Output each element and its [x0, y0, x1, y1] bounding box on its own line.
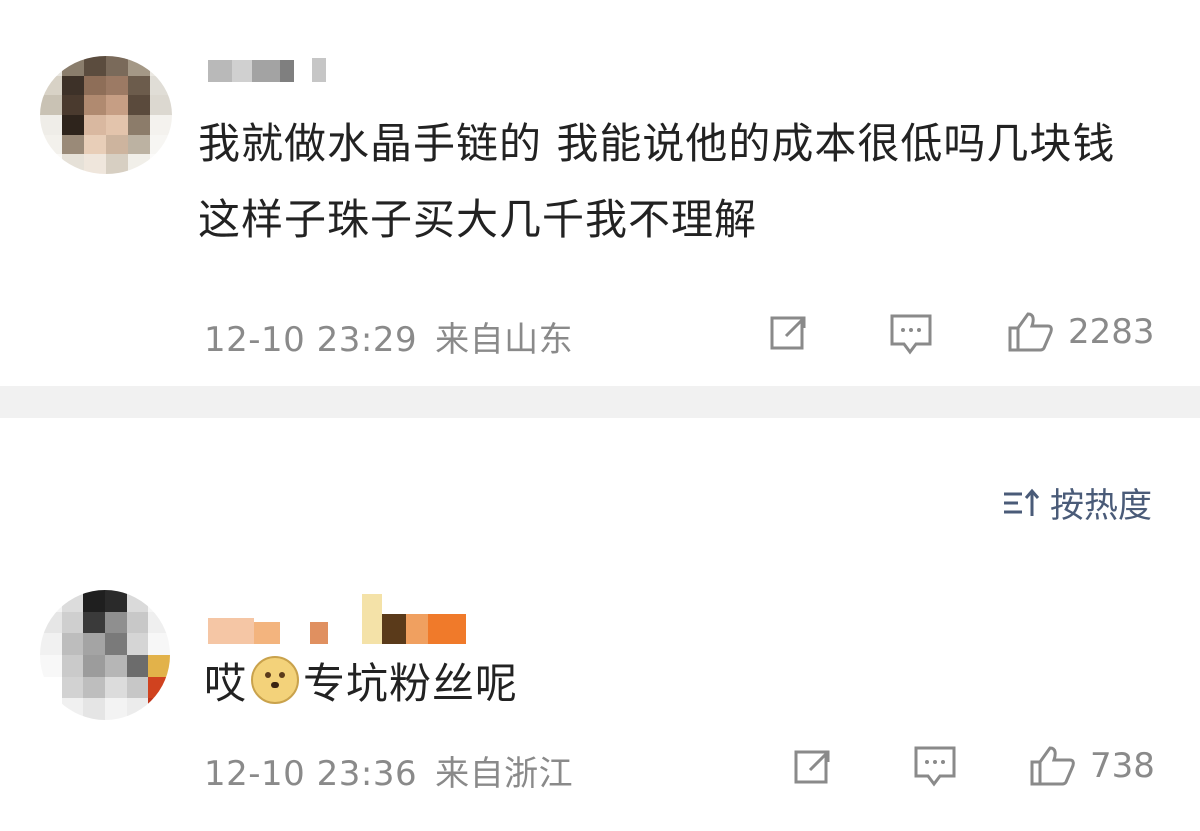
share-button[interactable]	[768, 312, 812, 352]
timestamp: 12-10 23:36	[204, 754, 418, 794]
comment-button[interactable]	[912, 744, 958, 788]
like-button[interactable]: 2283	[1006, 310, 1155, 354]
comment-meta: 12-10 23:36 来自浙江	[204, 746, 573, 795]
doge-emoji	[251, 656, 300, 704]
share-icon	[794, 750, 830, 784]
comment-feed: 我就做水晶手链的 我能说他的成本很低吗几块钱这样子珠子买大几千我不理解 12-1…	[0, 0, 1200, 831]
like-count: 2283	[1068, 312, 1155, 352]
comment-icon	[890, 314, 932, 355]
location: 来自山东	[435, 320, 574, 360]
username[interactable]	[208, 58, 326, 82]
sort-toggle[interactable]: 按热度	[1002, 478, 1152, 527]
sort-label: 按热度	[1050, 486, 1152, 526]
username[interactable]	[208, 592, 466, 644]
comment-text-after: 专坑粉丝呢	[303, 659, 519, 708]
avatar[interactable]	[40, 590, 170, 720]
share-button[interactable]	[792, 746, 836, 786]
timestamp: 12-10 23:29	[204, 320, 418, 360]
comment-text: 我就做水晶手链的 我能说他的成本很低吗几块钱这样子珠子买大几千我不理解	[198, 119, 1116, 244]
avatar[interactable]	[40, 56, 172, 174]
comment-icon	[914, 746, 956, 787]
share-icon	[770, 316, 806, 350]
thumbs-up-icon	[1030, 746, 1075, 786]
like-button[interactable]: 738	[1028, 744, 1155, 788]
comment-text-before: 哎	[204, 659, 248, 708]
like-count: 738	[1090, 746, 1155, 786]
comment-meta: 12-10 23:29 来自山东	[204, 312, 573, 361]
thumbs-up-icon	[1008, 312, 1053, 352]
location: 来自浙江	[435, 754, 574, 794]
section-divider	[0, 386, 1200, 418]
comment-text: 哎 专坑粉丝呢	[204, 646, 518, 722]
comment-button[interactable]	[888, 312, 934, 356]
sort-icon	[1004, 488, 1040, 516]
